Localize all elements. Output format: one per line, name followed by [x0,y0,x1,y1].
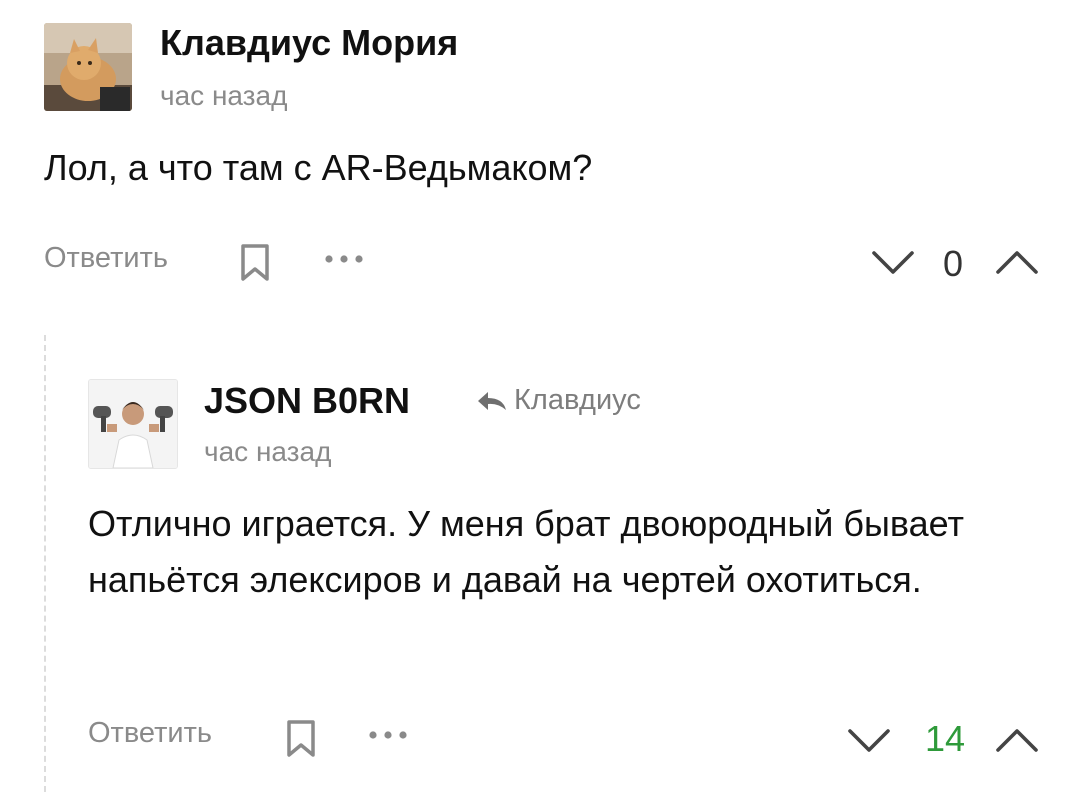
cat-avatar-icon [44,23,132,111]
rating-value: 0 [942,243,964,284]
comment-time: час назад [160,80,288,111]
downvote-icon[interactable] [870,248,916,276]
reply-button[interactable]: Ответить [88,717,212,750]
comment-text: Отлично играется. У меня брат двоюродный… [88,503,964,600]
reply-arrow-icon [478,391,506,410]
reply-to-link[interactable]: Клавдиус [476,384,641,417]
comment-text: Лол, а что там с AR-Ведьмаком? [44,147,593,188]
downvote-icon[interactable] [846,726,892,754]
upvote-icon[interactable] [994,726,1040,754]
more-options-icon[interactable] [366,728,410,742]
upvote-icon[interactable] [994,248,1040,276]
comment-time: час назад [204,436,332,467]
reply-to-name[interactable]: Клавдиус [514,384,641,416]
avatar[interactable] [44,23,132,111]
bookmark-icon[interactable] [238,242,272,284]
thread-line [44,335,46,792]
bookmark-icon[interactable] [284,718,318,760]
rating-value: 14 [924,718,966,759]
avatar[interactable] [88,379,178,469]
reply-button[interactable]: Ответить [44,242,168,275]
more-options-icon[interactable] [322,252,366,266]
author-name[interactable]: Клавдиус Мория [160,22,458,64]
man-with-hairdryers-avatar-icon [89,380,177,468]
author-name[interactable]: JSON B0RN [204,380,410,422]
